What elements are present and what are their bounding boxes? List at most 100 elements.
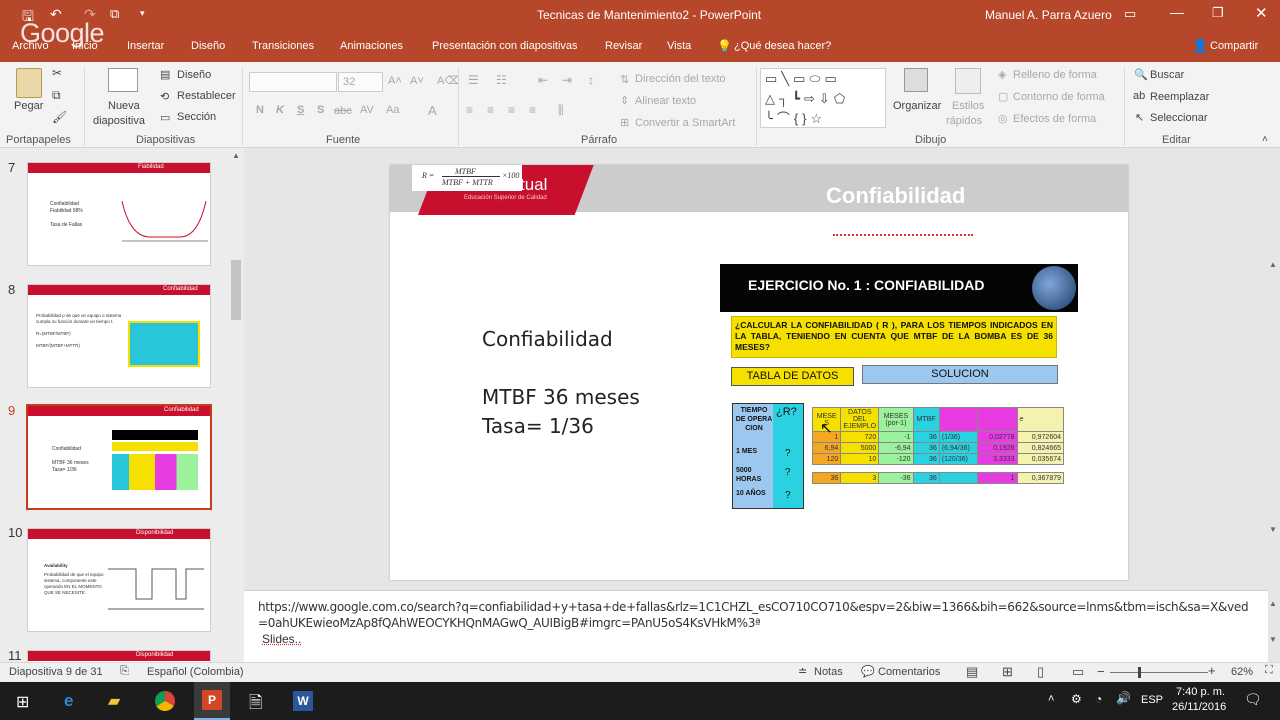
clear-format-icon[interactable]: A⌫ [437,74,460,87]
paste-icon[interactable] [16,68,42,98]
italic-button[interactable]: K [276,104,284,116]
tab-revisar[interactable]: Revisar [605,40,642,52]
notes-pane[interactable]: https://www.google.com.co/search?q=confi… [244,590,1277,662]
quick-styles-icon[interactable] [955,68,981,94]
bold-button[interactable]: N [256,104,264,116]
collapse-ribbon-icon[interactable]: ˄ [1262,134,1268,145]
new-slide-icon[interactable] [108,68,138,92]
notes-scroll-up-icon[interactable]: ▲ [1269,599,1277,608]
cut-icon[interactable]: ✂ [52,66,62,80]
slide-canvas[interactable]: tual Educación Superior de Calidad R = M… [390,165,1128,580]
chrome-icon[interactable] [155,691,175,711]
new-slide-button[interactable]: Nueva [108,100,140,112]
shrink-font-icon[interactable]: A˅ [410,75,424,87]
font-color-icon[interactable]: A [428,103,437,118]
action-center-icon[interactable]: 🗨 [1244,691,1262,708]
columns-icon[interactable]: ⫼ [558,103,564,118]
shape-effects-button[interactable]: Efectos de forma [1013,113,1096,125]
reset-button[interactable]: Restablecer [177,90,236,102]
format-painter-icon[interactable]: 🖌 [52,110,67,124]
network-icon[interactable]: ◔ [1095,692,1102,706]
tab-archivo[interactable]: Archivo [12,40,49,52]
section-button[interactable]: Sección [177,111,216,123]
tab-animaciones[interactable]: Animaciones [340,40,403,52]
document-icon[interactable]: 🗎 [249,690,263,719]
notes-scroll-down-icon[interactable]: ▼ [1269,635,1277,644]
increase-indent-icon[interactable]: ⇥ [562,73,572,87]
zoom-in-icon[interactable]: + [1208,663,1216,678]
scrollbar-thumb[interactable] [231,260,241,320]
arrange-icon[interactable] [904,68,928,92]
share-icon[interactable]: 👤 [1192,38,1208,54]
close-icon[interactable]: ✕ [1255,4,1268,22]
edge-icon[interactable]: e [64,691,73,711]
align-center-icon[interactable]: ≡ [487,103,494,117]
user-name[interactable]: Manuel A. Parra Azuero [985,8,1112,22]
strikethrough-button[interactable]: abc [334,105,352,117]
file-explorer-icon[interactable]: ▰ [108,691,120,711]
select-button[interactable]: Seleccionar [1150,112,1207,124]
replace-button[interactable]: Reemplazar [1150,91,1209,103]
align-right-icon[interactable]: ≡ [508,103,515,117]
shape-fill-button[interactable]: Relleno de forma [1013,69,1097,81]
main-scroll-up-icon[interactable]: ▲ [1269,260,1277,269]
tab-presentacion[interactable]: Presentación con diapositivas [432,40,578,52]
powerpoint-icon[interactable]: P [194,682,230,720]
find-button[interactable]: Buscar [1150,69,1184,81]
language-indicator[interactable]: Español (Colombia) [147,666,244,678]
shape-outline-button[interactable]: Contorno de forma [1013,91,1105,103]
font-size-field[interactable]: 32 [338,72,383,92]
zoom-out-icon[interactable]: − [1097,664,1105,679]
quick-styles-button[interactable]: Estilos [952,100,984,112]
arrange-button[interactable]: Organizar [893,100,941,112]
slide-body-textbox[interactable]: Confiabilidad MTBF 36 meses Tasa= 1/36 [482,325,640,441]
shadow-button[interactable]: S [317,104,324,116]
comments-toggle[interactable]: Comentarios [878,666,940,678]
customize-qat-icon[interactable]: ▾ [140,8,145,19]
maximize-icon[interactable]: ❐ [1212,5,1224,21]
slide-thumbnail[interactable]: Disponibilidad Availability Probabilidad… [27,528,211,632]
tab-vista[interactable]: Vista [667,40,691,52]
tab-diseno[interactable]: Diseño [191,40,225,52]
notes-toggle[interactable]: Notas [814,666,843,678]
notes-text[interactable]: https://www.google.com.co/search?q=confi… [258,599,1258,631]
sorter-view-icon[interactable]: ⊞ [1002,664,1013,680]
notes-url[interactable]: https://www.google.com.co/search?q=confi… [258,600,1249,630]
copy-icon[interactable]: ⧉ [52,88,61,103]
zoom-slider-thumb[interactable] [1138,667,1141,678]
clock-date[interactable]: 26/11/2016 [1172,701,1226,713]
layout-button[interactable]: Diseño [177,69,211,81]
slideshow-view-icon[interactable]: ▭ [1072,664,1084,680]
smartart-button[interactable]: Convertir a SmartArt [635,117,735,129]
grow-font-icon[interactable]: A˄ [388,75,402,87]
align-left-icon[interactable]: ≡ [466,103,473,117]
slide-thumbnail[interactable]: Confiabilidad Probabilidad p de que un e… [27,284,211,388]
scroll-up-icon[interactable]: ▲ [232,151,240,160]
underline-button[interactable]: S [297,104,304,116]
ribbon-display-icon[interactable]: ▭ [1124,6,1136,22]
zoom-slider[interactable] [1110,667,1208,678]
normal-view-icon[interactable]: ▤ [966,664,978,680]
slide-title[interactable]: Confiabilidad [826,183,965,209]
slide-thumbnail[interactable]: Disponibilidad [27,650,211,662]
tab-transiciones[interactable]: Transiciones [252,40,314,52]
tray-app-icon[interactable]: ⚙ [1071,692,1082,706]
align-text-button[interactable]: Alinear texto [635,95,696,107]
tab-inicio[interactable]: Inicio [72,40,98,52]
new-slide-label[interactable]: diapositiva [93,115,145,127]
exercise-image[interactable]: EJERCICIO No. 1 : CONFIABILIDAD ¿CALCULA… [720,264,1080,514]
input-language[interactable]: ESP [1141,694,1163,706]
proofing-icon[interactable]: ⎘ [120,665,129,678]
zoom-level[interactable]: 62% [1231,666,1253,678]
shapes-gallery[interactable]: ▭╲▭⬭▭ △┐┗⇨⇩⬠ ╰⌒{}☆ [760,68,886,128]
minimize-icon[interactable]: — [1170,4,1184,20]
spacing-button[interactable]: AV [360,104,374,116]
share-button[interactable]: Compartir [1210,40,1258,52]
text-direction-button[interactable]: Dirección del texto [635,73,726,85]
change-case-button[interactable]: Aa [386,104,399,116]
reading-view-icon[interactable]: ▯ [1037,664,1044,680]
windows-start-icon[interactable]: ⊞ [16,692,29,712]
decrease-indent-icon[interactable]: ⇤ [538,73,548,87]
tray-chevron-icon[interactable]: ˄ [1048,693,1054,705]
justify-icon[interactable]: ≡ [529,103,536,117]
